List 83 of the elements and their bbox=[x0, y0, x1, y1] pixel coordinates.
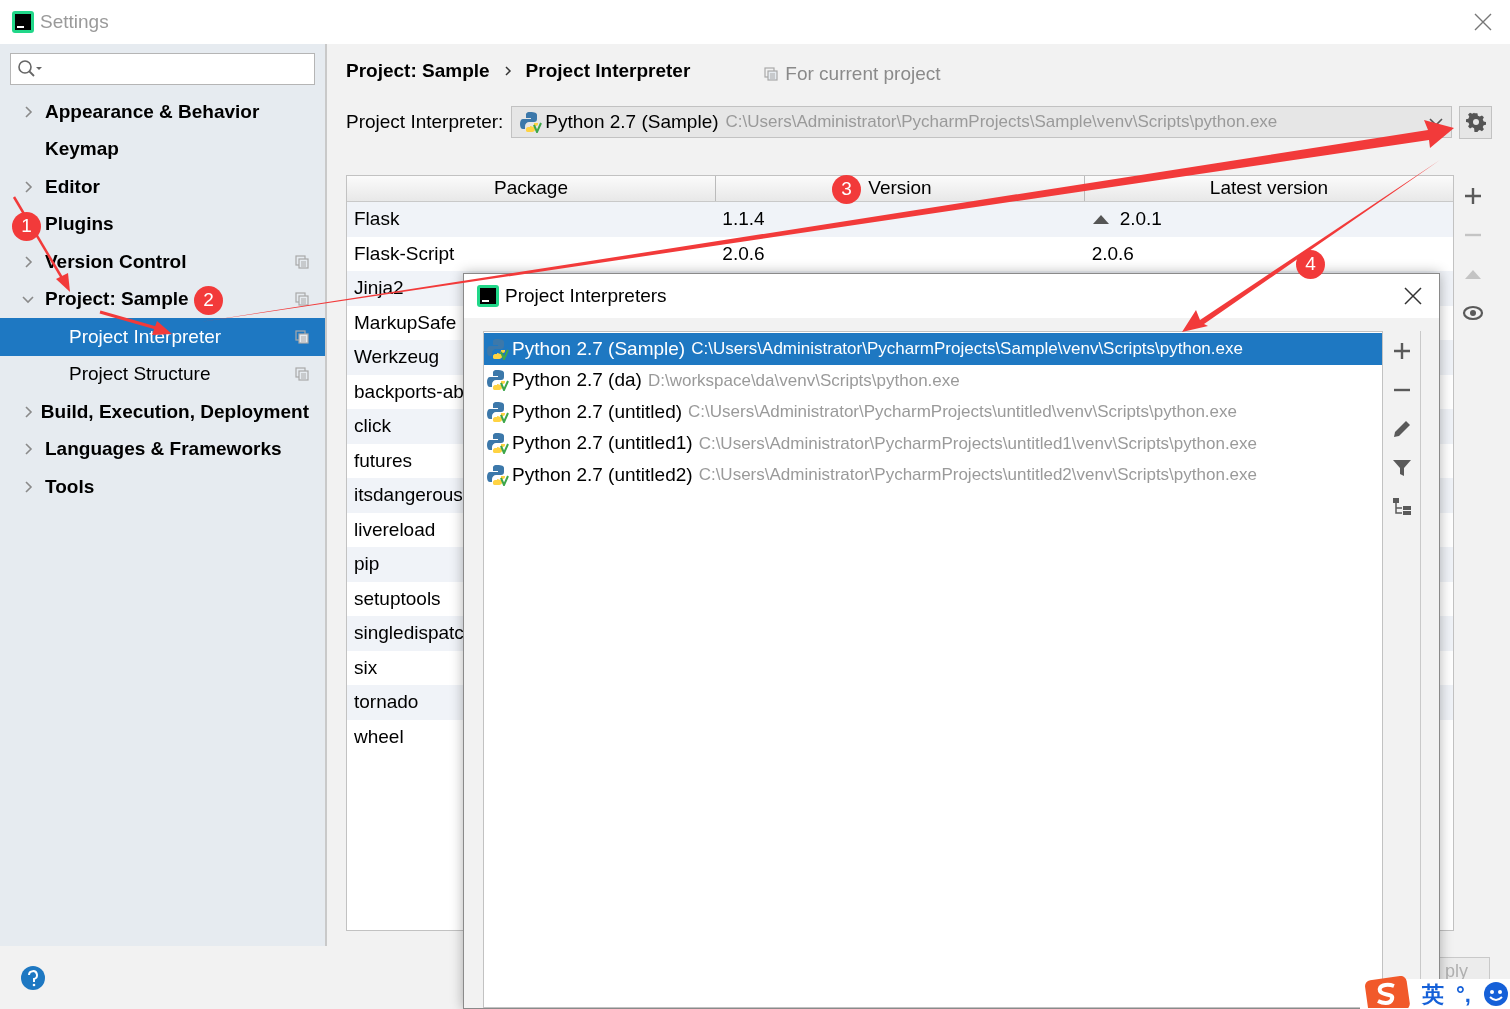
chevron-right-icon[interactable] bbox=[22, 255, 34, 268]
python-icon bbox=[520, 111, 543, 133]
add-icon[interactable] bbox=[1462, 185, 1484, 207]
column-header[interactable]: Package bbox=[347, 176, 715, 201]
copy-icon bbox=[764, 67, 779, 81]
smiley-icon[interactable] bbox=[1482, 981, 1509, 1007]
dialog-title: Project Interpreters bbox=[505, 283, 667, 308]
table-cell: singledispatc bbox=[354, 622, 464, 643]
python-icon bbox=[487, 463, 509, 486]
interpreter-name: Python 2.7 (untitled2) bbox=[512, 462, 693, 487]
table-cell: six bbox=[354, 656, 378, 678]
interpreter-name: Python 2.7 (untitled1) bbox=[512, 431, 693, 455]
sidebar-item[interactable]: Build, Execution, Deployment bbox=[40, 400, 309, 422]
interpreter-item[interactable]: Python 2.7 (untitled2) C:\Users\Administrator\PycharmProjects\untitled2\venv\Scripts\python.exe bbox=[484, 459, 1382, 491]
table-cell: 1.1.4 bbox=[722, 208, 765, 229]
interpreter-path: C:\Users\Administrator\PycharmProjects\untitled2\venv\Scripts\python.exe bbox=[698, 464, 1257, 486]
table-cell: MarkupSafe bbox=[354, 311, 457, 333]
sidebar-item[interactable]: Languages & Frameworks bbox=[45, 438, 282, 459]
ime-logo[interactable] bbox=[1364, 976, 1410, 1008]
chevron-right-icon[interactable] bbox=[22, 443, 34, 456]
table-cell: backports-ab bbox=[354, 380, 464, 402]
table-cell: futures bbox=[354, 449, 413, 471]
interpreter-name: Python 2.7 (da) bbox=[512, 368, 642, 392]
interpreter-path: C:\Users\Administrator\PycharmProjects\untitled1\venv\Scripts\python.exe bbox=[698, 432, 1257, 455]
table-cell: Flask bbox=[354, 208, 400, 229]
table-cell-text: 2.0.1 bbox=[1119, 207, 1162, 231]
table-cell: livereload bbox=[354, 518, 436, 540]
sidebar-item[interactable]: Keymap bbox=[45, 138, 119, 159]
interpreter-item[interactable]: Python 2.7 (da) D:\workspace\da\venv\Scripts\python.exe bbox=[484, 364, 1382, 396]
table-cell: Jinja2 bbox=[354, 277, 404, 298]
interpreter-item[interactable]: Python 2.7 (Sample) C:\Users\Administrator\PycharmProjects\Sample\venv\Scripts\python.exe bbox=[484, 333, 1382, 365]
table-cell: click bbox=[354, 415, 391, 436]
chevron-right-icon[interactable] bbox=[22, 480, 34, 493]
interpreter-name: Python 2.7 (Sample) bbox=[512, 336, 686, 361]
sidebar-subitem[interactable]: Project Interpreter bbox=[0, 318, 325, 356]
chevron-right-icon[interactable] bbox=[22, 405, 34, 418]
python-icon bbox=[487, 400, 509, 423]
interpreter-path: C:\Users\Administrator\PycharmProjects\untitled\venv\Scripts\python.exe bbox=[688, 401, 1237, 423]
interpreter-path: C:\Users\Administrator\PycharmProjects\Sample\venv\Scripts\python.exe bbox=[691, 338, 1243, 360]
search-icon bbox=[17, 59, 43, 79]
scope-hint: For current project bbox=[785, 61, 941, 86]
settings-button[interactable] bbox=[1459, 105, 1492, 139]
table-cell: itsdangerous bbox=[354, 484, 463, 505]
interpreter-item[interactable]: Python 2.7 (untitled) C:\Users\Administrator\PycharmProjects\untitled\venv\Scripts\python.exe bbox=[484, 396, 1382, 428]
tree-icon[interactable] bbox=[1390, 496, 1413, 518]
sidebar-item[interactable]: Tools bbox=[45, 475, 95, 497]
table-cell: Werkzeug bbox=[354, 346, 440, 367]
app-logo bbox=[477, 285, 499, 307]
breadcrumb-separator-icon bbox=[502, 65, 513, 77]
table-cell-text: 2.0.6 bbox=[1091, 241, 1134, 266]
sidebar-item[interactable]: Appearance & Behavior bbox=[45, 100, 260, 122]
interpreter-name: Python 2.7 (untitled) bbox=[512, 399, 683, 424]
sidebar-item[interactable]: Project: Sample bbox=[45, 288, 189, 309]
interpreter-name: Python 2.7 (Sample) bbox=[545, 109, 719, 134]
breadcrumb-item: Project Interpreter bbox=[525, 58, 691, 83]
interpreter-path: D:\workspace\da\venv\Scripts\python.exe bbox=[647, 369, 960, 392]
sidebar-subitem[interactable]: Project Structure bbox=[0, 355, 325, 393]
close-icon[interactable] bbox=[1404, 287, 1422, 305]
table-cell: wheel bbox=[354, 725, 404, 747]
help-icon[interactable] bbox=[20, 964, 46, 991]
interpreter-dropdown[interactable]: Python 2.7 (Sample) C:\Users\Administrator\PycharmProjects\Sample\venv\Scripts\python.exe bbox=[511, 106, 1452, 138]
table-cell: tornado bbox=[354, 691, 419, 712]
interpreter-path: C:\Users\Administrator\PycharmProjects\Sample\venv\Scripts\python.exe bbox=[725, 111, 1278, 134]
sidebar-item[interactable]: Editor bbox=[45, 175, 100, 197]
table-cell: pip bbox=[354, 553, 380, 574]
field-label: Project Interpreter: bbox=[346, 109, 504, 134]
app-logo bbox=[12, 11, 34, 33]
chevron-down-icon bbox=[1429, 117, 1443, 127]
interpreter-item[interactable]: Python 2.7 (untitled1) C:\Users\Administrator\PycharmProjects\untitled1\venv\Scripts\python.exe bbox=[484, 427, 1382, 459]
window-title: Settings bbox=[40, 9, 109, 34]
gear-icon bbox=[1465, 112, 1486, 132]
chevron-right-icon[interactable] bbox=[22, 180, 34, 193]
chevron-right-icon[interactable] bbox=[22, 105, 34, 118]
python-icon bbox=[487, 337, 509, 360]
python-icon bbox=[487, 432, 509, 455]
chevron-down-icon[interactable] bbox=[22, 293, 34, 306]
breadcrumb-item: Project: Sample bbox=[346, 58, 490, 83]
table-cell: setuptools bbox=[354, 587, 441, 609]
table-cell: 2.0.6 bbox=[722, 242, 765, 264]
table-cell: Flask-Script bbox=[354, 242, 455, 264]
python-icon bbox=[487, 369, 509, 392]
sidebar-item[interactable]: Plugins bbox=[45, 213, 114, 234]
search-field[interactable] bbox=[10, 53, 315, 85]
